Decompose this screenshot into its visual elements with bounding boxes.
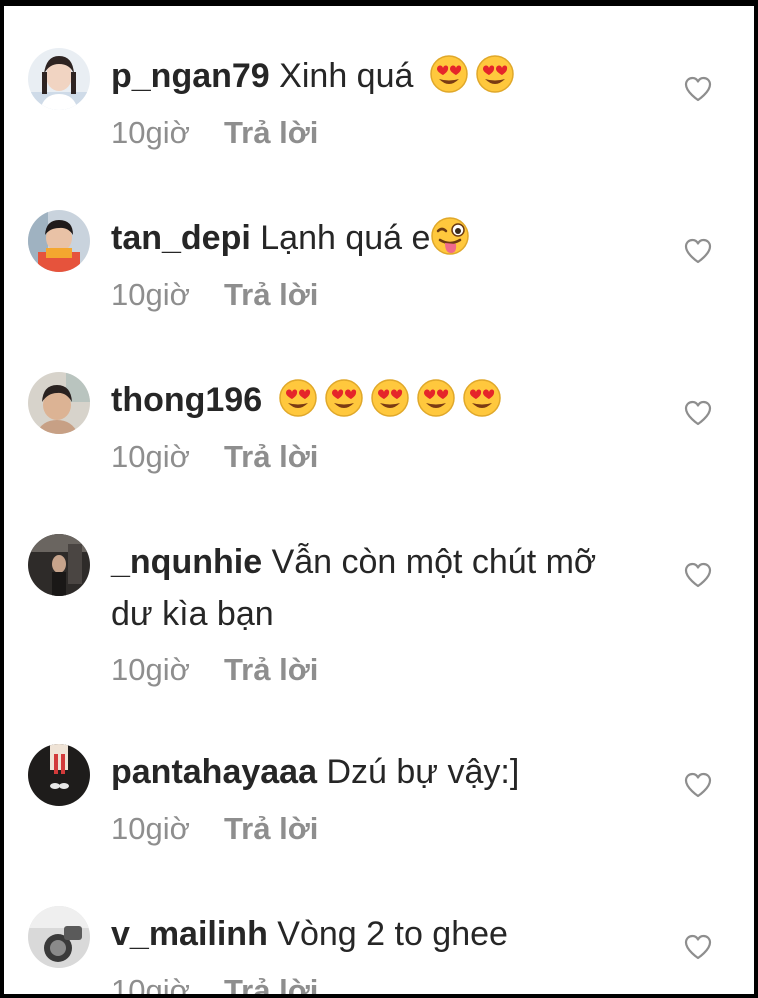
comment-username[interactable]: pantahayaaa	[111, 753, 317, 791]
comment-timestamp: 10giờ	[111, 811, 190, 846]
reply-button[interactable]: Trả lời	[224, 277, 318, 312]
comment-username[interactable]: tan_depi	[111, 219, 251, 257]
reply-button[interactable]: Trả lời	[224, 973, 318, 994]
avatar[interactable]	[28, 744, 90, 806]
comment-meta: 10giờ Trả lời	[111, 275, 318, 315]
avatar[interactable]	[28, 906, 90, 968]
comment-meta: 10giờ Trả lời	[111, 113, 318, 153]
comment-text: thong196	[111, 374, 631, 426]
reply-button[interactable]: Trả lời	[224, 115, 318, 150]
like-heart-icon[interactable]	[684, 238, 712, 264]
comments-panel: p_ngan79 Xinh quá 10giờ Trả lời tan_depi…	[4, 6, 754, 994]
reply-button[interactable]: Trả lời	[224, 811, 318, 846]
comment-body: Xinh quá	[279, 57, 423, 95]
comment-meta: 10giờ Trả lời	[111, 437, 318, 477]
comment-text: _nqunhie Vẫn còn một chút mỡ dư kìa bạn	[111, 536, 631, 640]
like-heart-icon[interactable]	[684, 400, 712, 426]
comment-username[interactable]: p_ngan79	[111, 57, 270, 95]
heart-eyes-emoji	[416, 378, 456, 418]
like-heart-icon[interactable]	[684, 934, 712, 960]
reply-button[interactable]: Trả lời	[224, 652, 318, 687]
heart-eyes-emoji	[475, 54, 515, 94]
comment-text: v_mailinh Vòng 2 to ghee	[111, 908, 631, 960]
heart-eyes-emoji	[370, 378, 410, 418]
comment-username[interactable]: _nqunhie	[111, 543, 262, 581]
avatar[interactable]	[28, 210, 90, 272]
avatar[interactable]	[28, 48, 90, 110]
reply-button[interactable]: Trả lời	[224, 439, 318, 474]
avatar[interactable]	[28, 372, 90, 434]
comment-text: tan_depi Lạnh quá e	[111, 212, 631, 264]
comment-timestamp: 10giờ	[111, 439, 190, 474]
comment-text: p_ngan79 Xinh quá	[111, 50, 631, 102]
winking-tongue-emoji	[430, 216, 470, 256]
heart-eyes-emoji	[278, 378, 318, 418]
heart-eyes-emoji	[429, 54, 469, 94]
like-heart-icon[interactable]	[684, 76, 712, 102]
avatar[interactable]	[28, 534, 90, 596]
comment-meta: 10giờ Trả lời	[111, 809, 318, 849]
heart-eyes-emoji	[462, 378, 502, 418]
comment-body	[262, 381, 271, 419]
comment-body: Dzú bự vậy:]	[326, 753, 520, 791]
heart-eyes-emoji	[324, 378, 364, 418]
comment-meta: 10giờ Trả lời	[111, 650, 318, 690]
comment-timestamp: 10giờ	[111, 973, 190, 994]
comment-timestamp: 10giờ	[111, 115, 190, 150]
comment-timestamp: 10giờ	[111, 652, 190, 687]
comment-body: Vòng 2 to ghee	[277, 915, 508, 953]
comment-meta: 10giờ Trả lời	[111, 971, 318, 994]
like-heart-icon[interactable]	[684, 562, 712, 588]
comment-username[interactable]: v_mailinh	[111, 915, 268, 953]
comment-text: pantahayaaa Dzú bự vậy:]	[111, 746, 631, 798]
like-heart-icon[interactable]	[684, 772, 712, 798]
comment-body: Lạnh quá e	[260, 219, 431, 257]
comment-timestamp: 10giờ	[111, 277, 190, 312]
comment-username[interactable]: thong196	[111, 381, 262, 419]
